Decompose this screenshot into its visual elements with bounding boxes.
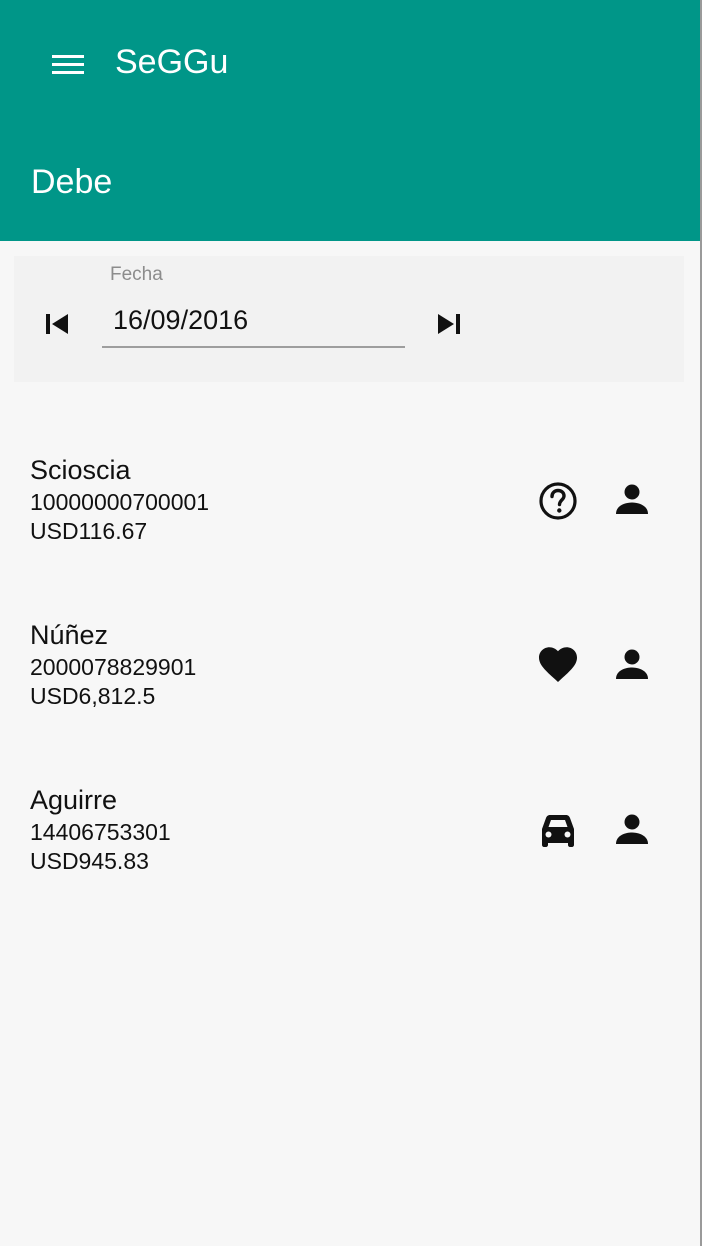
app-screen: SeGGu Debe Fecha Scioscia 10000000700001…	[0, 0, 702, 1246]
date-field-label: Fecha	[110, 264, 163, 285]
app-title: SeGGu	[115, 43, 229, 81]
help-circle-icon	[537, 480, 579, 522]
app-header: SeGGu Debe	[0, 0, 700, 241]
item-id: 2000078829901	[30, 654, 197, 680]
item-amount: USD945.83	[30, 848, 149, 874]
person-icon[interactable]	[611, 645, 653, 687]
list-item[interactable]: Aguirre 14406753301 USD945.83	[0, 784, 700, 894]
menu-icon[interactable]	[46, 44, 90, 84]
list-item[interactable]: Núñez 2000078829901 USD6,812.5	[0, 619, 700, 729]
item-name: Aguirre	[30, 785, 118, 815]
item-amount: USD6,812.5	[30, 683, 156, 709]
date-field[interactable]	[102, 294, 405, 348]
list-item[interactable]: Scioscia 10000000700001 USD116.67	[0, 454, 700, 564]
person-icon[interactable]	[611, 480, 653, 522]
item-amount: USD116.67	[30, 518, 148, 544]
item-id: 10000000700001	[30, 489, 210, 515]
item-id: 14406753301	[30, 819, 171, 845]
skip-next-icon[interactable]	[432, 304, 472, 344]
car-icon	[537, 810, 579, 852]
heart-icon	[537, 645, 579, 687]
skip-previous-icon[interactable]	[40, 304, 80, 344]
person-icon[interactable]	[611, 810, 653, 852]
item-name: Scioscia	[30, 455, 131, 485]
date-filter-panel: Fecha	[14, 256, 684, 382]
page-title: Debe	[31, 163, 113, 201]
item-name: Núñez	[30, 620, 109, 650]
